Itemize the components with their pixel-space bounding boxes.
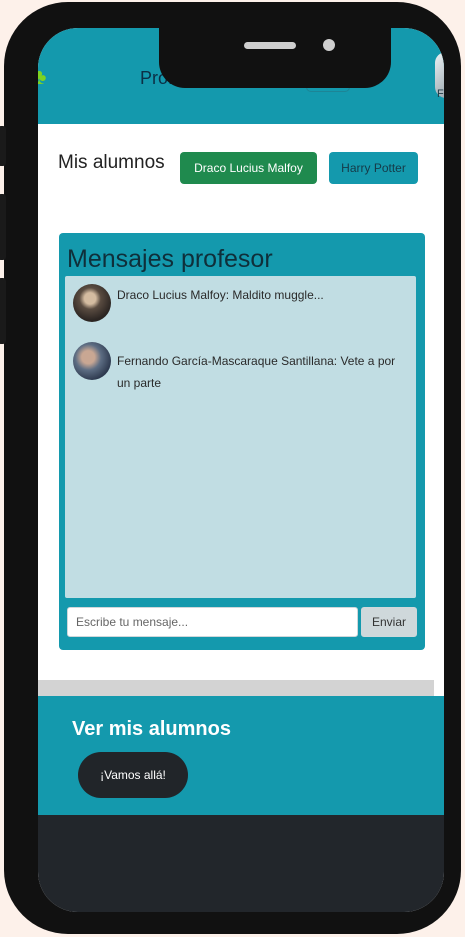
- phone-side-button: [0, 126, 6, 166]
- messages-card: Mensajes profesor Draco Lucius Malfoy: M…: [59, 233, 425, 650]
- send-button[interactable]: Enviar: [361, 607, 417, 637]
- phone-screen: ♣ ProfeLink F Mis alumnos Draco Lucius M…: [38, 28, 444, 912]
- phone-frame: ♣ ProfeLink F Mis alumnos Draco Lucius M…: [0, 2, 461, 934]
- message-avatar: [73, 284, 111, 322]
- message-input[interactable]: [67, 607, 358, 637]
- message-item: Draco Lucius Malfoy: Maldito muggle...: [73, 284, 411, 322]
- phone-volume-up-button: [0, 194, 6, 260]
- section-divider: [38, 680, 434, 696]
- footer: [38, 815, 444, 912]
- student-button-draco[interactable]: Draco Lucius Malfoy: [180, 152, 317, 184]
- cta-section: Ver mis alumnos ¡Vamos allá!: [38, 696, 444, 815]
- messages-title: Mensajes profesor: [67, 245, 273, 273]
- message-text: Draco Lucius Malfoy: Maldito muggle...: [117, 288, 324, 302]
- phone-volume-down-button: [0, 278, 6, 344]
- message-item: Fernando García-Mascaraque Santillana: V…: [73, 342, 411, 394]
- message-list[interactable]: Draco Lucius Malfoy: Maldito muggle... F…: [65, 276, 416, 598]
- brand-logo-icon[interactable]: ♣: [38, 64, 46, 90]
- message-text: Fernando García-Mascaraque Santillana: V…: [117, 354, 396, 390]
- camera-icon: [323, 39, 335, 51]
- cta-title: Ver mis alumnos: [72, 718, 231, 740]
- phone-notch: [159, 28, 391, 88]
- student-button-harry[interactable]: Harry Potter: [329, 152, 418, 184]
- user-avatar-caption: F: [437, 88, 444, 100]
- students-label: Mis alumnos: [58, 152, 165, 173]
- cta-button[interactable]: ¡Vamos allá!: [78, 752, 188, 798]
- speaker-icon: [244, 42, 296, 49]
- message-avatar: [73, 342, 111, 380]
